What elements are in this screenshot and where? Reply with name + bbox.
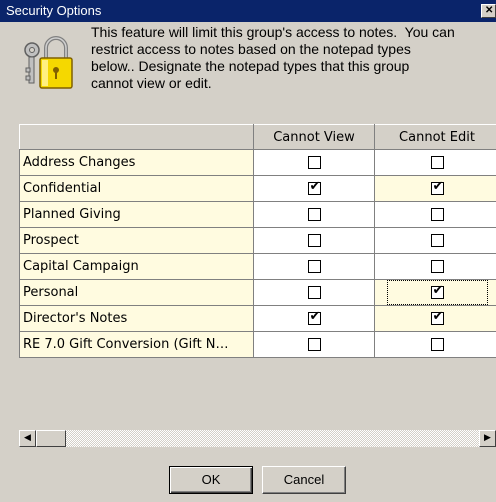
cannot-view-checkbox[interactable]: ✔ — [307, 309, 321, 325]
cannot-view-checkbox[interactable] — [307, 286, 321, 299]
table-row[interactable]: Planned Giving — [19, 201, 496, 228]
header-corner — [19, 124, 254, 150]
row-name: Director's Notes — [19, 305, 254, 332]
cannot-edit-checkbox[interactable] — [430, 338, 444, 351]
cannot-edit-cell[interactable]: ✔ — [374, 279, 496, 306]
cannot-view-cell[interactable] — [253, 227, 375, 254]
horizontal-scrollbar[interactable]: ◀ ▶ — [19, 430, 496, 447]
close-icon[interactable]: ✕ — [481, 4, 496, 18]
check-icon: ✔ — [309, 179, 321, 194]
header-cannot-edit[interactable]: Cannot Edit — [374, 124, 496, 150]
row-name: RE 7.0 Gift Conversion (Gift N… — [19, 331, 254, 358]
scroll-left-icon[interactable]: ◀ — [19, 430, 36, 447]
table-row[interactable]: Confidential ✔ ✔ — [19, 175, 496, 202]
check-icon: ✔ — [432, 179, 444, 194]
row-name: Address Changes — [19, 149, 254, 176]
cannot-view-cell[interactable] — [253, 331, 375, 358]
cannot-edit-checkbox[interactable]: ✔ — [430, 309, 444, 325]
lock-keys-icon — [24, 36, 73, 89]
cannot-edit-cell[interactable] — [374, 253, 496, 280]
table-row[interactable]: Personal ✔ — [19, 279, 496, 306]
cannot-view-checkbox[interactable] — [307, 234, 321, 247]
window-title: Security Options — [6, 3, 102, 18]
cannot-edit-checkbox[interactable] — [430, 234, 444, 247]
cannot-edit-checkbox[interactable]: ✔ — [430, 179, 444, 195]
cannot-edit-cell[interactable] — [374, 227, 496, 254]
cannot-edit-cell[interactable]: ✔ — [374, 175, 496, 202]
cancel-button[interactable]: Cancel — [262, 466, 346, 494]
cannot-edit-checkbox[interactable] — [430, 208, 444, 221]
description-text: This feature will limit this group's acc… — [91, 24, 455, 91]
cannot-edit-cell[interactable] — [374, 149, 496, 176]
row-name: Planned Giving — [19, 201, 254, 228]
check-icon: ✔ — [309, 309, 321, 324]
notepad-type-grid: Cannot View Cannot Edit Address Changes C… — [19, 124, 496, 456]
cannot-view-cell[interactable] — [253, 253, 375, 280]
ok-button[interactable]: OK — [169, 466, 253, 494]
cannot-edit-cell[interactable]: ✔ — [374, 305, 496, 332]
row-name: Prospect — [19, 227, 254, 254]
row-name: Confidential — [19, 175, 254, 202]
check-icon: ✔ — [432, 309, 444, 324]
cannot-edit-checkbox[interactable] — [430, 156, 444, 169]
cannot-edit-checkbox[interactable] — [430, 260, 444, 273]
grid-header-row: Cannot View Cannot Edit — [19, 124, 496, 150]
cannot-view-checkbox[interactable]: ✔ — [307, 179, 321, 195]
cannot-view-cell[interactable] — [253, 279, 375, 306]
title-bar: Security Options ✕ — [0, 0, 496, 22]
scroll-thumb[interactable] — [36, 430, 66, 447]
table-row[interactable]: Capital Campaign — [19, 253, 496, 280]
cannot-view-cell[interactable]: ✔ — [253, 305, 375, 332]
cannot-view-cell[interactable]: ✔ — [253, 175, 375, 202]
cannot-edit-checkbox[interactable]: ✔ — [430, 283, 444, 299]
row-name: Personal — [19, 279, 254, 306]
cannot-view-checkbox[interactable] — [307, 208, 321, 221]
cannot-view-cell[interactable] — [253, 149, 375, 176]
table-row[interactable]: Prospect — [19, 227, 496, 254]
cannot-view-checkbox[interactable] — [307, 338, 321, 351]
table-row[interactable]: Address Changes — [19, 149, 496, 176]
cannot-view-checkbox[interactable] — [307, 156, 321, 169]
row-name: Capital Campaign — [19, 253, 254, 280]
cannot-view-checkbox[interactable] — [307, 260, 321, 273]
scroll-right-icon[interactable]: ▶ — [479, 430, 496, 447]
check-icon: ✔ — [432, 283, 444, 298]
focus-rectangle: ✔ — [386, 280, 488, 305]
cannot-edit-cell[interactable] — [374, 201, 496, 228]
table-row[interactable]: Director's Notes ✔ ✔ — [19, 305, 496, 332]
cannot-view-cell[interactable] — [253, 201, 375, 228]
table-row[interactable]: RE 7.0 Gift Conversion (Gift N… — [19, 331, 496, 358]
cannot-edit-cell[interactable] — [374, 331, 496, 358]
header-cannot-view[interactable]: Cannot View — [253, 124, 375, 150]
